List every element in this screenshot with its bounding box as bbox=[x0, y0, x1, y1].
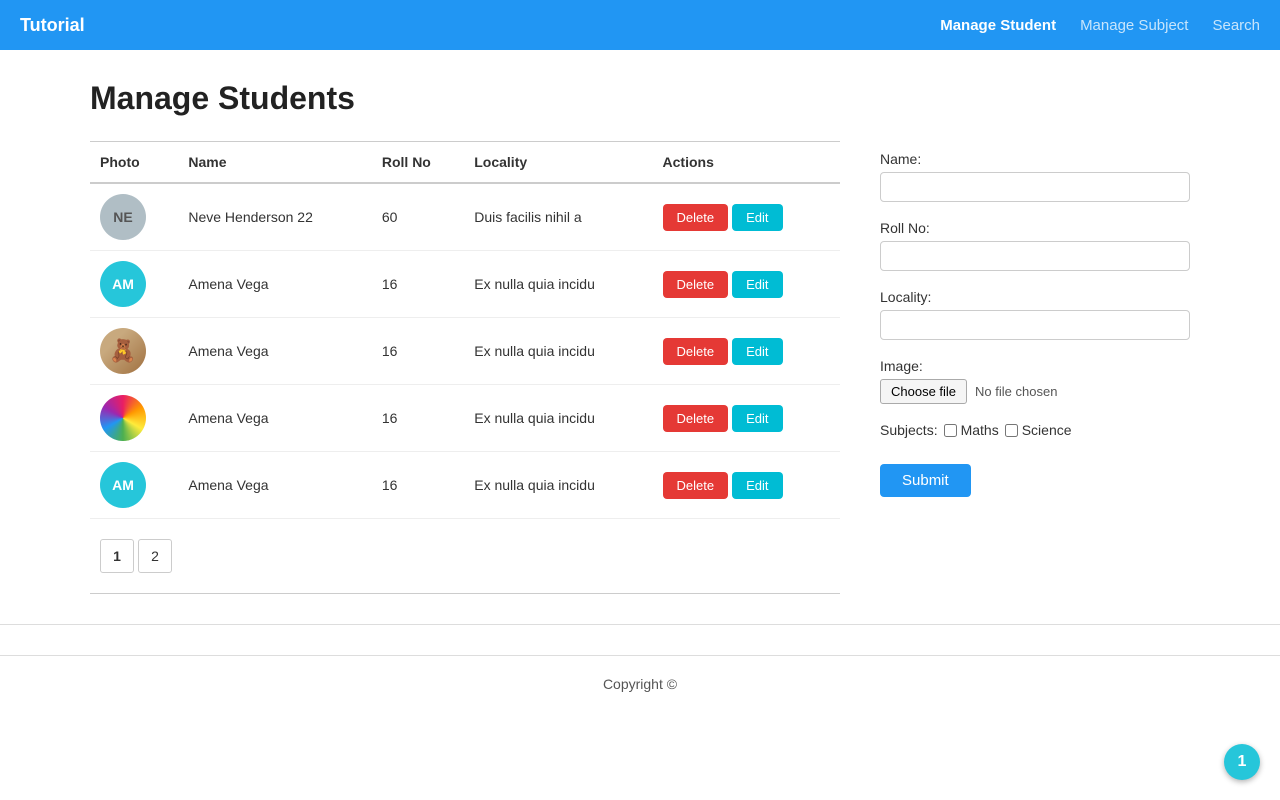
delete-button[interactable]: Delete bbox=[663, 271, 729, 298]
delete-button[interactable]: Delete bbox=[663, 338, 729, 365]
form-section: Name: Roll No: Locality: Image: Choose f… bbox=[880, 141, 1190, 497]
table-header: Photo Name Roll No Locality Actions bbox=[90, 142, 840, 183]
student-locality: Ex nulla quia incidu bbox=[464, 318, 652, 385]
student-locality: Ex nulla quia incidu bbox=[464, 385, 652, 452]
maths-checkbox[interactable] bbox=[944, 424, 957, 437]
name-label: Name: bbox=[880, 151, 1190, 167]
student-roll-no: 16 bbox=[372, 385, 464, 452]
col-roll-no: Roll No bbox=[372, 142, 464, 183]
page-2[interactable]: 2 bbox=[138, 539, 172, 573]
submit-button[interactable]: Submit bbox=[880, 464, 971, 497]
footer-text: Copyright © bbox=[603, 676, 677, 692]
student-locality: Ex nulla quia incidu bbox=[464, 452, 652, 519]
subjects-group: Subjects: Maths Science bbox=[880, 422, 1190, 438]
avatar: AM bbox=[100, 261, 146, 307]
roll-no-label: Roll No: bbox=[880, 220, 1190, 236]
locality-label: Locality: bbox=[880, 289, 1190, 305]
table-row: NE Neve Henderson 2260Duis facilis nihil … bbox=[90, 183, 840, 251]
page-1[interactable]: 1 bbox=[100, 539, 134, 573]
locality-group: Locality: bbox=[880, 289, 1190, 340]
maths-label: Maths bbox=[961, 422, 999, 438]
nav-manage-student[interactable]: Manage Student bbox=[940, 17, 1056, 34]
table-row: AMAmena Vega16Ex nulla quia inciduDelete… bbox=[90, 452, 840, 519]
page-title: Manage Students bbox=[90, 80, 1190, 117]
students-table: Photo Name Roll No Locality Actions NE Ne… bbox=[90, 142, 840, 519]
table-row: AMAmena Vega16Ex nulla quia inciduDelete… bbox=[90, 251, 840, 318]
footer: Copyright © bbox=[0, 655, 1280, 712]
pagination: 1 2 bbox=[90, 539, 840, 573]
col-locality: Locality bbox=[464, 142, 652, 183]
student-name: Neve Henderson 22 bbox=[178, 183, 372, 251]
edit-button[interactable]: Edit bbox=[732, 405, 782, 432]
avatar: 🧸 bbox=[100, 328, 146, 374]
col-name: Name bbox=[178, 142, 372, 183]
maths-checkbox-label: Maths bbox=[944, 422, 999, 438]
image-group: Image: Choose file No file chosen bbox=[880, 358, 1190, 404]
delete-button[interactable]: Delete bbox=[663, 405, 729, 432]
content-row: Photo Name Roll No Locality Actions NE Ne… bbox=[90, 141, 1190, 594]
roll-no-group: Roll No: bbox=[880, 220, 1190, 271]
floating-badge[interactable]: 1 bbox=[1224, 744, 1260, 780]
footer-divider bbox=[0, 624, 1280, 625]
delete-button[interactable]: Delete bbox=[663, 204, 729, 231]
floating-badge-value: 1 bbox=[1238, 753, 1247, 771]
col-actions: Actions bbox=[653, 142, 840, 183]
name-input[interactable] bbox=[880, 172, 1190, 202]
student-actions: DeleteEdit bbox=[653, 318, 840, 385]
main-container: Manage Students Photo Name Roll No Local… bbox=[70, 50, 1210, 624]
table-row: 🧸Amena Vega16Ex nulla quia inciduDeleteE… bbox=[90, 318, 840, 385]
science-checkbox[interactable] bbox=[1005, 424, 1018, 437]
navbar-links: Manage Student Manage Subject Search bbox=[940, 17, 1260, 34]
student-roll-no: 16 bbox=[372, 251, 464, 318]
avatar: AM bbox=[100, 462, 146, 508]
table-section: Photo Name Roll No Locality Actions NE Ne… bbox=[90, 141, 840, 594]
edit-button[interactable]: Edit bbox=[732, 204, 782, 231]
choose-file-button[interactable]: Choose file bbox=[880, 379, 967, 404]
table-row: Amena Vega16Ex nulla quia inciduDeleteEd… bbox=[90, 385, 840, 452]
table-body: NE Neve Henderson 2260Duis facilis nihil … bbox=[90, 183, 840, 519]
student-roll-no: 16 bbox=[372, 318, 464, 385]
avatar: NE bbox=[100, 194, 146, 240]
student-roll-no: 60 bbox=[372, 183, 464, 251]
file-chosen-text: No file chosen bbox=[975, 384, 1057, 399]
locality-input[interactable] bbox=[880, 310, 1190, 340]
nav-search[interactable]: Search bbox=[1212, 17, 1260, 34]
student-name: Amena Vega bbox=[178, 251, 372, 318]
science-label: Science bbox=[1022, 422, 1072, 438]
nav-manage-subject[interactable]: Manage Subject bbox=[1080, 17, 1188, 34]
navbar-brand[interactable]: Tutorial bbox=[20, 15, 85, 36]
delete-button[interactable]: Delete bbox=[663, 472, 729, 499]
student-name: Amena Vega bbox=[178, 385, 372, 452]
student-locality: Ex nulla quia incidu bbox=[464, 251, 652, 318]
student-actions: DeleteEdit bbox=[653, 183, 840, 251]
file-input-wrapper: Choose file No file chosen bbox=[880, 379, 1190, 404]
student-actions: DeleteEdit bbox=[653, 251, 840, 318]
roll-no-input[interactable] bbox=[880, 241, 1190, 271]
edit-button[interactable]: Edit bbox=[732, 338, 782, 365]
edit-button[interactable]: Edit bbox=[732, 271, 782, 298]
name-group: Name: bbox=[880, 151, 1190, 202]
student-name: Amena Vega bbox=[178, 318, 372, 385]
subjects-row: Subjects: Maths Science bbox=[880, 422, 1190, 438]
student-roll-no: 16 bbox=[372, 452, 464, 519]
student-actions: DeleteEdit bbox=[653, 452, 840, 519]
edit-button[interactable]: Edit bbox=[732, 472, 782, 499]
image-label: Image: bbox=[880, 358, 1190, 374]
student-actions: DeleteEdit bbox=[653, 385, 840, 452]
student-locality: Duis facilis nihil a bbox=[464, 183, 652, 251]
navbar: Tutorial Manage Student Manage Subject S… bbox=[0, 0, 1280, 50]
science-checkbox-label: Science bbox=[1005, 422, 1072, 438]
col-photo: Photo bbox=[90, 142, 178, 183]
avatar bbox=[100, 395, 146, 441]
student-name: Amena Vega bbox=[178, 452, 372, 519]
subjects-label: Subjects: bbox=[880, 422, 938, 438]
